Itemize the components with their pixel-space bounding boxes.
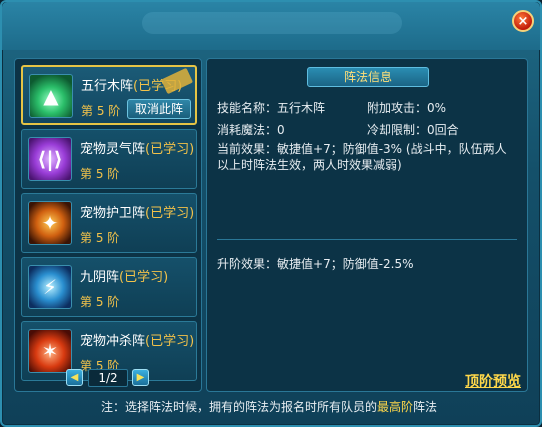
title-bar [2, 2, 540, 50]
cooldown-row: 冷却限制：0回合 [367, 123, 459, 137]
formation-name: 宠物护卫阵(已学习) [80, 206, 195, 221]
formation-name: 宠物冲杀阵(已学习) [80, 334, 195, 349]
formation-item-lingqi[interactable]: ⟨|⟩ 宠物灵气阵(已学习) 第 5 阶 [21, 129, 197, 189]
nine-yin-formation-icon: ⚡ [28, 265, 72, 309]
next-page-button[interactable]: ▶ [132, 369, 149, 386]
info-header: 阵法信息 [307, 67, 429, 87]
formation-item-jiuyin[interactable]: ⚡ 九阴阵(已学习) 第 5 阶 [21, 257, 197, 317]
formation-info-panel: 阵法信息 技能名称：五行木阵 附加攻击：0% 消耗魔法：0 冷却限制：0回合 当… [206, 58, 528, 392]
upgrade-effect-row: 升阶效果：敏捷值+7；防御值-2.5% [217, 257, 414, 271]
footer-note: 注：选择阵法时候，拥有的阵法为报名时所有队员的最高阶阵法 [100, 400, 438, 414]
extra-attack-row: 附加攻击：0% [367, 101, 447, 115]
pet-aura-formation-icon: ⟨|⟩ [28, 137, 72, 181]
top-tier-preview-link[interactable]: 顶阶预览 [465, 371, 521, 391]
formation-level: 第 5 阶 [80, 231, 120, 245]
pet-charge-formation-icon: ✶ [28, 329, 72, 373]
cancel-formation-button[interactable]: 取消此阵 [127, 99, 191, 119]
wuxing-formation-icon: ▲ [29, 74, 73, 118]
mana-cost-row: 消耗魔法：0 [217, 123, 285, 137]
formation-level: 第 5 阶 [80, 167, 120, 181]
formation-item-wuxing[interactable]: ▲ 五行木阵(已学习) 第 5 阶 取消此阵 [21, 65, 197, 125]
pet-guard-formation-icon: ✦ [28, 201, 72, 245]
pager: ◀ 1/2 ▶ [66, 368, 150, 388]
formation-list-panel: ▲ 五行木阵(已学习) 第 5 阶 取消此阵 ⟨|⟩ 宠物灵气阵(已学习) 第 … [14, 58, 202, 392]
close-button[interactable]: × [512, 10, 534, 32]
formation-name: 九阴阵(已学习) [80, 270, 169, 285]
title-ornament [142, 12, 402, 34]
current-effect: 当前效果：敏捷值+7；防御值-3% (战斗中，队伍两人以上时阵法生效，两人时效果… [217, 142, 507, 172]
divider [217, 239, 517, 240]
formation-name: 宠物灵气阵(已学习) [80, 142, 195, 157]
skill-name-row: 技能名称：五行木阵 [217, 101, 326, 115]
prev-page-button[interactable]: ◀ [66, 369, 83, 386]
formation-level: 第 5 阶 [80, 295, 120, 309]
formation-level: 第 5 阶 [81, 104, 121, 118]
formation-item-huwei[interactable]: ✦ 宠物护卫阵(已学习) 第 5 阶 [21, 193, 197, 253]
page-indicator: 1/2 [88, 369, 128, 387]
